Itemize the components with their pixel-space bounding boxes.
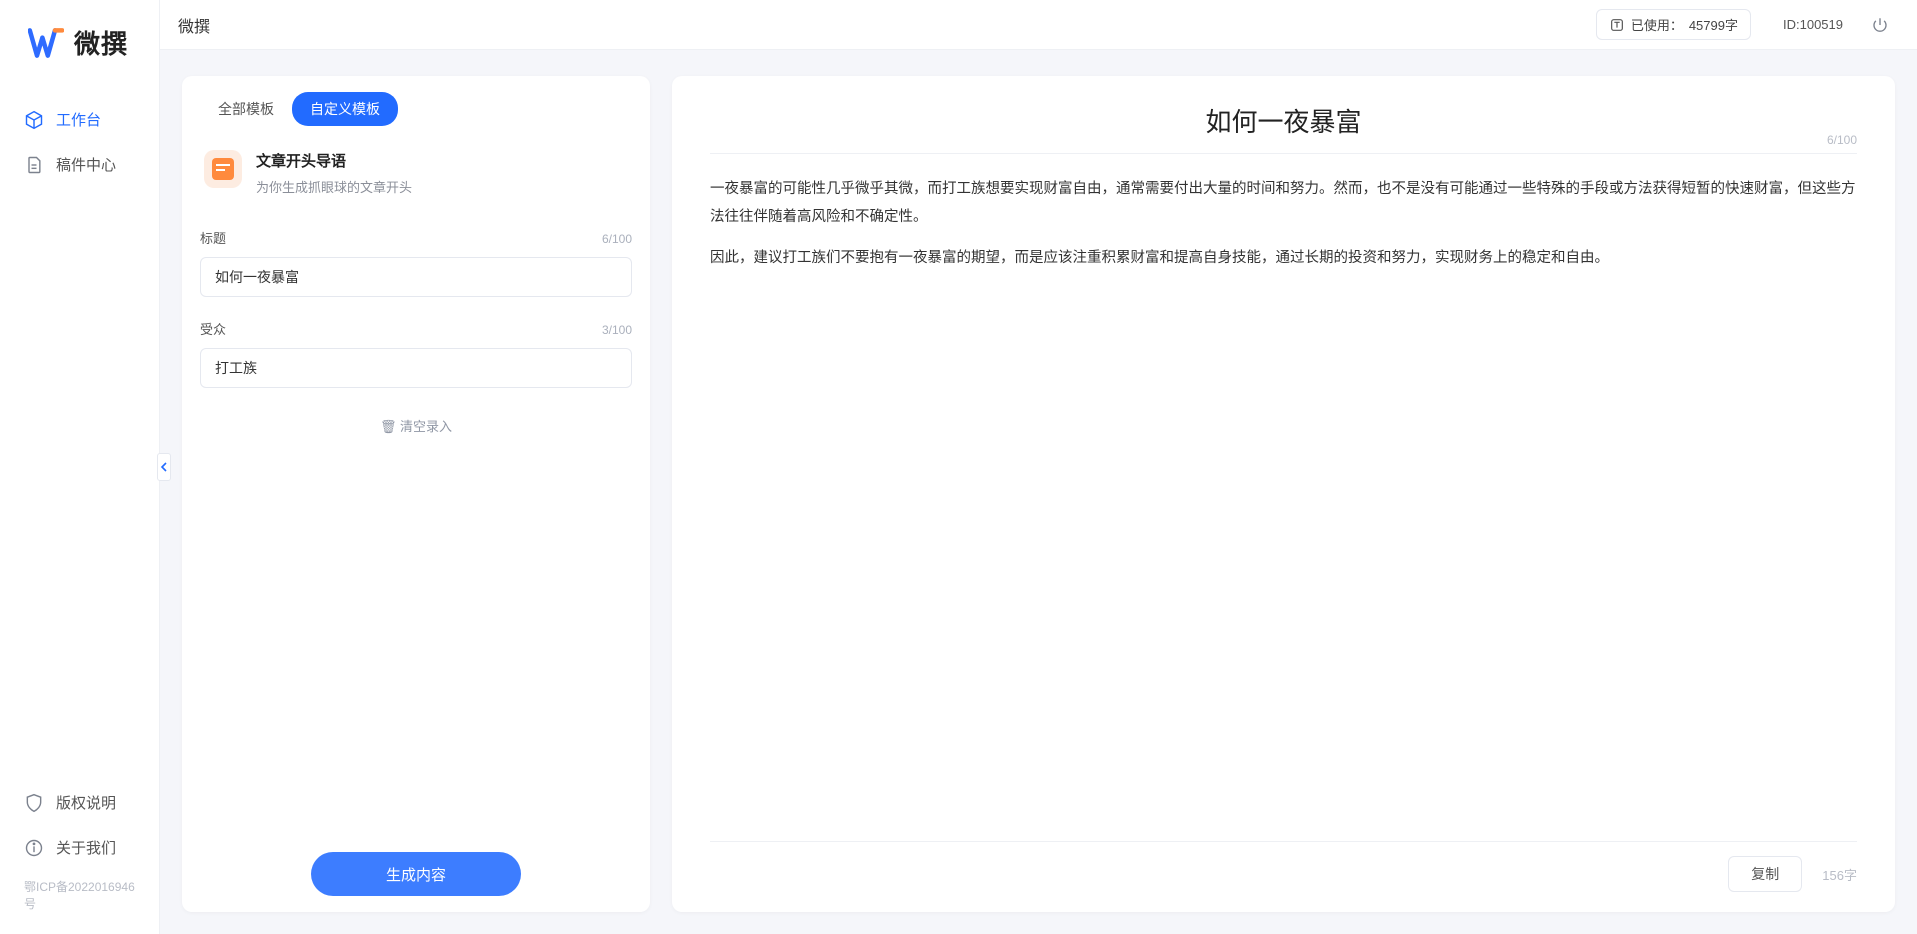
template-desc: 为你生成抓眼球的文章开头 [256,177,412,196]
form-group-audience: 受众 3/100 [200,319,632,388]
generate-button[interactable]: 生成内容 [311,852,521,896]
chevron-left-icon [159,462,169,472]
logo-icon [28,25,64,61]
template-tabs: 全部模板 自定义模板 [200,92,632,126]
audience-input[interactable] [200,348,632,388]
nav-drafts[interactable]: 稿件中心 [10,146,149,183]
document-icon [24,155,44,175]
form-group-title: 标题 6/100 [200,228,632,297]
sidebar: 微撰 工作台 稿件中心 版权说明 关于我们 鄂ICP [0,0,160,934]
icp-text: 鄂ICP备2022016946号 [10,874,149,916]
title-label: 标题 [200,228,226,247]
user-id: ID:100519 [1783,17,1843,32]
sidebar-collapse-toggle[interactable] [157,453,171,481]
output-paragraph: 一夜暴富的可能性几乎微乎其微，而打工族想要实现财富自由，通常需要付出大量的时间和… [710,176,1857,231]
content-row: 全部模板 自定义模板 文章开头导语 为你生成抓眼球的文章开头 标题 6/100 [160,50,1917,934]
template-icon [204,150,242,188]
tab-all-templates[interactable]: 全部模板 [200,92,292,126]
text-icon [1609,17,1625,33]
main: 微撰 已使用： 45799字 ID:100519 全部模板 自定义模板 [160,0,1917,934]
sidebar-bottom: 版权说明 关于我们 鄂ICP备2022016946号 [0,784,159,934]
logo-text: 微撰 [74,24,128,61]
sidebar-nav: 工作台 稿件中心 [0,101,159,183]
cube-icon [24,110,44,130]
nav-label: 工作台 [56,109,101,130]
info-icon [24,838,44,858]
page-title: 微撰 [178,13,210,37]
tab-custom-templates[interactable]: 自定义模板 [292,92,398,126]
output-body[interactable]: 一夜暴富的可能性几乎微乎其微，而打工族想要实现财富自由，通常需要付出大量的时间和… [710,176,1857,841]
usage-badge[interactable]: 已使用： 45799字 [1596,9,1751,40]
usage-label: 已使用： [1631,15,1683,34]
usage-value: 45799字 [1689,15,1738,34]
copy-button[interactable]: 复制 [1728,856,1802,892]
logout-button[interactable] [1869,14,1891,36]
logo: 微撰 [0,0,159,101]
output-footer: 复制 156字 [710,841,1857,892]
audience-counter: 3/100 [602,323,632,337]
nav-label: 关于我们 [56,837,116,858]
title-input[interactable] [200,257,632,297]
topbar: 微撰 已使用： 45799字 ID:100519 [160,0,1917,50]
output-paragraph: 因此，建议打工族们不要抱有一夜暴富的期望，而是应该注重积累财富和提高自身技能，通… [710,245,1857,273]
nav-workbench[interactable]: 工作台 [10,101,149,138]
nav-about[interactable]: 关于我们 [10,829,149,866]
shield-icon [24,793,44,813]
nav-copyright[interactable]: 版权说明 [10,784,149,821]
input-panel: 全部模板 自定义模板 文章开头导语 为你生成抓眼球的文章开头 标题 6/100 [182,76,650,912]
clear-button[interactable]: 🗑 清空录入 [200,416,632,435]
nav-label: 版权说明 [56,792,116,813]
power-icon [1871,16,1889,34]
output-panel: 如何一夜暴富 6/100 一夜暴富的可能性几乎微乎其微，而打工族想要实现财富自由… [672,76,1895,912]
template-header: 文章开头导语 为你生成抓眼球的文章开头 [200,148,632,198]
audience-label: 受众 [200,319,226,338]
nav-label: 稿件中心 [56,154,116,175]
word-count: 156字 [1822,865,1857,884]
title-counter: 6/100 [602,232,632,246]
template-title: 文章开头导语 [256,150,412,171]
output-title-counter: 6/100 [1827,133,1857,147]
output-title: 如何一夜暴富 [710,102,1857,139]
output-title-row: 如何一夜暴富 6/100 [710,102,1857,154]
document-lines-icon [212,158,234,180]
